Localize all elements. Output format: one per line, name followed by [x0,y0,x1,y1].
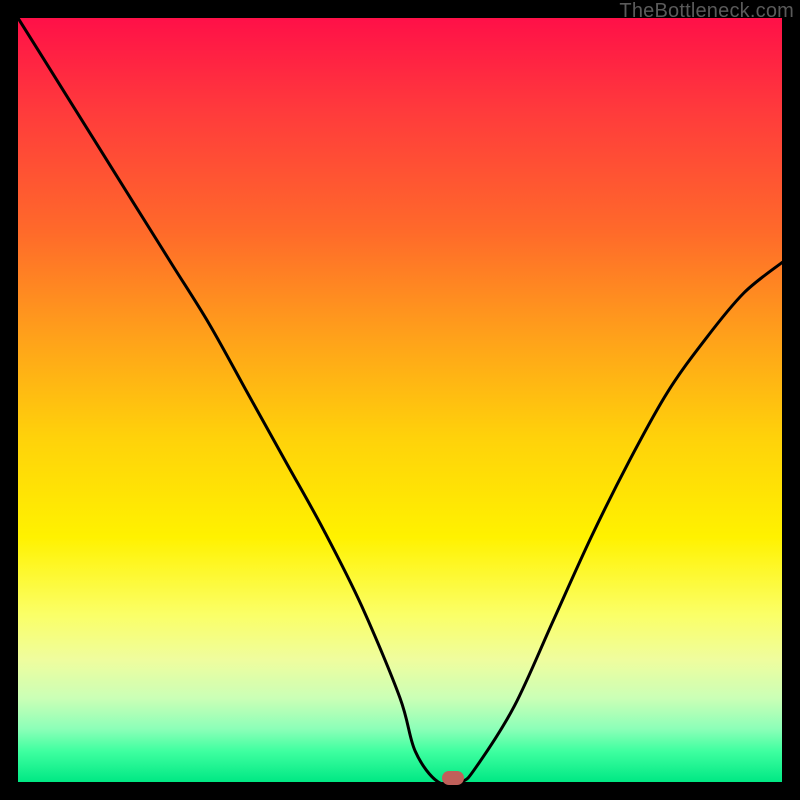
chart-frame: TheBottleneck.com [0,0,800,800]
plot-area [18,18,782,782]
bottleneck-curve [18,18,782,782]
watermark-text: TheBottleneck.com [619,0,794,23]
minimum-marker [442,771,464,785]
